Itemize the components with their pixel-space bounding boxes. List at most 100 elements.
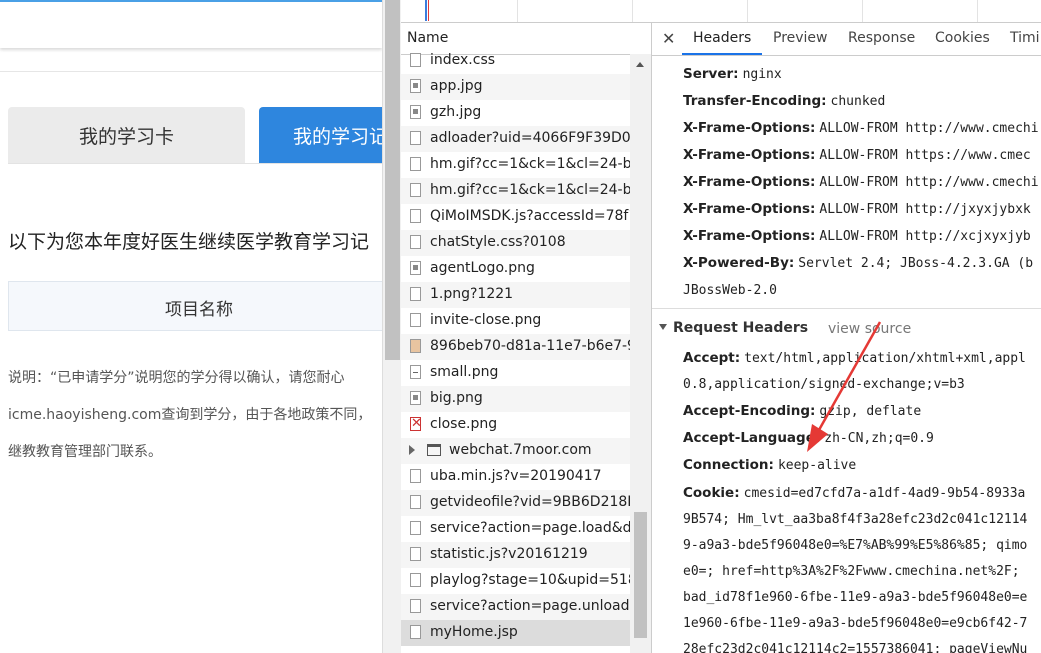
header-accept-encoding: Accept-Encoding: gzip, deflate [683,403,921,419]
page-scrollbar[interactable] [382,0,402,653]
response-header: X-Frame-Options: ALLOW-FROM http://xcjxyx… [683,228,1031,244]
response-header: X-Frame-Options: ALLOW-FROM https://www.c… [683,147,1031,163]
tab-headers[interactable]: Headers [681,30,763,55]
request-name: app.jpg [430,78,483,94]
response-header: X-Powered-By: Servlet 2.4; JBoss-4.2.3.GA… [683,255,1033,271]
request-row[interactable]: hm.gif?cc=1&ck=1&cl=24-bit [401,178,630,204]
request-row[interactable]: QiMoIMSDK.js?accessId=78f1. [401,204,630,230]
header-value: nginx [742,67,782,82]
request-row[interactable]: getvideofile?vid=9BB6D218EA [401,490,630,516]
request-row[interactable]: invite-close.png [401,308,630,334]
file-icon [410,573,421,587]
request-row[interactable]: uba.min.js?v=20190417 [401,464,630,490]
request-row[interactable]: big.png [401,386,630,412]
file-icon [410,53,421,67]
note-line-1: 说明：“已申请学分”说明您的学分得以确认，请您耐心 [8,370,345,386]
cookie-continuation: 1e960-6fbe-11e9-a9a3-bde5f96048e0=e9cb6f… [683,616,1028,631]
header-value: Servlet 2.4; JBoss-4.2.3.GA (b [798,256,1034,271]
request-row[interactable]: service?action=page.unload&. [401,594,630,620]
request-row[interactable]: 896beb70-d81a-11e7-b6e7-9. [401,334,630,360]
request-row[interactable]: service?action=page.load&dat [401,516,630,542]
request-row[interactable]: myHome.jsp [401,620,630,646]
network-timeline[interactable] [401,0,1041,23]
header-value: zh-CN,zh;q=0.9 [824,431,934,446]
request-row[interactable]: small.png [401,360,630,386]
close-icon[interactable]: ✕ [662,29,675,48]
header-value: chunked [830,94,886,109]
file-icon [410,469,421,483]
file-icon [410,131,421,145]
header-key: X-Frame-Options: [683,120,816,136]
request-row[interactable]: statistic.js?v20161219 [401,542,630,568]
blank-icon [410,157,421,171]
blank-icon [410,183,421,197]
timeline-gridline [862,0,863,22]
request-name: playlog?stage=10&upid=5182 [430,572,630,588]
section-divider [652,308,1041,309]
scroll-up-icon[interactable] [636,62,644,67]
table-header-project: 项目名称 [165,300,233,320]
tab-response[interactable]: Response [848,30,915,46]
header-value: keep-alive [777,458,857,473]
request-name: webchat.7moor.com [449,442,592,458]
view-source-link[interactable]: view source [828,321,911,337]
divider [0,71,382,72]
file-icon [410,521,421,535]
powered-by-continuation: JBossWeb-2.0 [683,283,777,298]
request-name: small.png [430,364,499,380]
tab-timing[interactable]: Timi [1010,30,1040,46]
timeline-gridline [517,0,518,22]
file-icon [410,625,421,639]
tab-preview[interactable]: Preview [773,30,828,46]
request-row[interactable]: 1.png?1221 [401,282,630,308]
frame-icon [427,444,441,456]
intro-text: 以下为您本年度好医生继续医学教育学习记 [8,231,370,253]
file-icon [410,547,421,561]
image-icon [410,79,421,93]
request-name: service?action=page.unload&. [430,598,630,614]
note-line-2: icme.haoyisheng.com查询到学分，由于各地政策不同， [8,407,372,423]
header-value: ALLOW-FROM http://jxyxjybxk [819,202,1031,217]
cookie-continuation: 28efc23d2c041c12114c2=1557386041; pageVi… [683,642,1028,653]
header-key: X-Frame-Options: [683,147,816,163]
request-name: 896beb70-d81a-11e7-b6e7-9. [430,338,630,354]
response-header: X-Frame-Options: ALLOW-FROM http://jxyxjy… [683,201,1031,217]
header-value: ALLOW-FROM https://www.cmec [819,148,1031,163]
header-key: Accept: [683,350,741,366]
request-list-scrollbar[interactable] [630,54,651,653]
tab-learning-card[interactable]: 我的学习卡 [8,107,245,163]
request-row[interactable]: app.jpg [401,74,630,100]
request-row[interactable]: hm.gif?cc=1&ck=1&cl=24-bit [401,152,630,178]
tab-cookies[interactable]: Cookies [935,30,990,46]
page-scrollbar-thumb[interactable] [385,0,400,360]
request-headers-toggle[interactable]: Request Headers [659,320,808,336]
page-top-bar [0,0,382,48]
request-list-scrollbar-thumb[interactable] [634,512,647,638]
request-name: getvideofile?vid=9BB6D218EA [430,494,630,510]
timeline-domcontentloaded-marker [425,0,427,21]
request-name: myHome.jsp [430,624,518,640]
request-name: QiMoIMSDK.js?accessId=78f1. [430,208,630,224]
header-key: X-Powered-By: [683,255,795,271]
request-row[interactable]: playlog?stage=10&upid=5182 [401,568,630,594]
request-row[interactable]: index.css [401,48,630,74]
header-key: Accept-Language: [683,430,821,446]
cookie-continuation: 9-a9a3-bde5f96048e0=%E7%AB%99%E5%86%85; … [683,538,1028,553]
request-row[interactable]: chatStyle.css?0108 [401,230,630,256]
tab-learning-record[interactable]: 我的学习记 [259,107,382,163]
request-row[interactable]: adloader?uid=4066F9F39D08. [401,126,630,152]
image-icon [410,391,421,405]
header-key: Connection: [683,457,774,473]
timeline-load-marker [428,0,429,21]
request-name: hm.gif?cc=1&ck=1&cl=24-bit [430,156,630,172]
request-row[interactable]: ✕ close.png [401,412,630,438]
header-key: Transfer-Encoding: [683,93,827,109]
header-value: ALLOW-FROM http://www.cmechi [819,121,1039,136]
request-row[interactable]: agentLogo.png [401,256,630,282]
request-row[interactable]: gzh.jpg [401,100,630,126]
request-name: service?action=page.load&dat [430,520,630,536]
error-icon: ✕ [410,416,422,431]
header-value: ALLOW-FROM http://xcjxyxjyb [819,229,1031,244]
expand-triangle-icon[interactable] [409,445,415,455]
request-row[interactable]: webchat.7moor.com [401,438,630,464]
